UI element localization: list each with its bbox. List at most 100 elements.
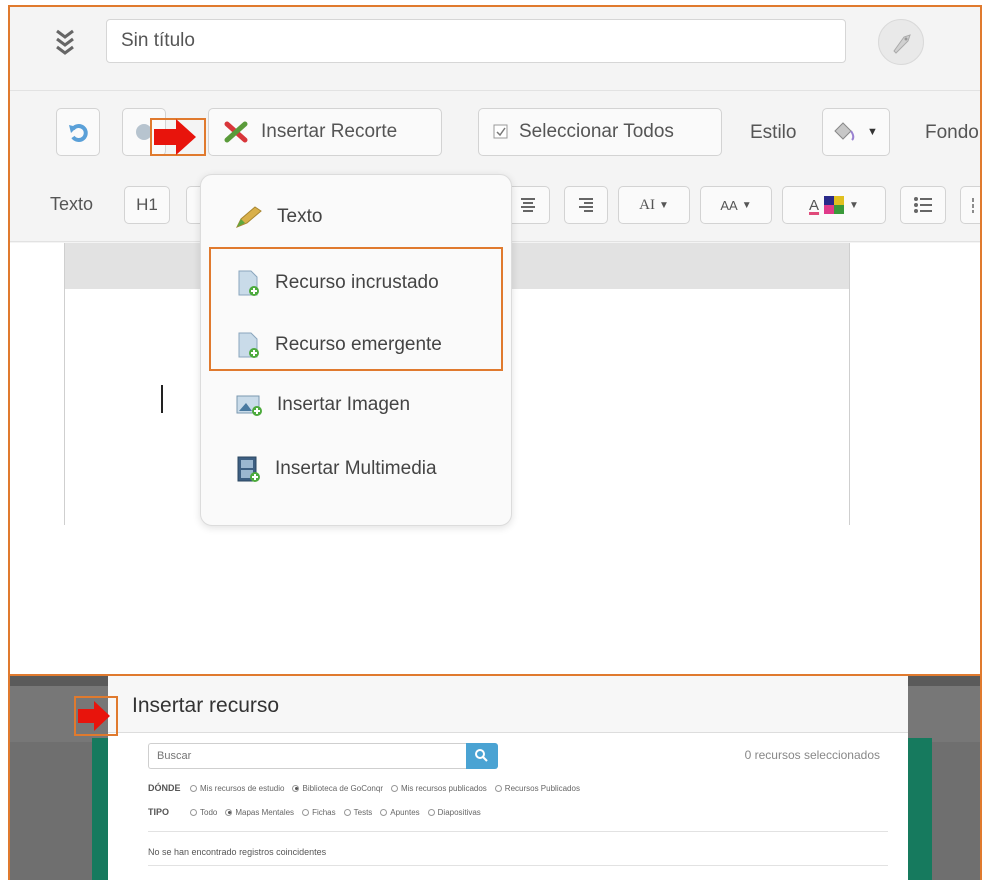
bullet-list-button[interactable] [900, 186, 946, 224]
selected-count: 0 recursos seleccionados [744, 748, 880, 762]
font-size-dropdown[interactable]: AA ▼ [700, 186, 772, 224]
type-filter: TIPO Todo Mapas Mentales Fichas Tests Ap… [148, 807, 489, 817]
radio-button[interactable] [302, 808, 310, 816]
dialog-body: 0 recursos seleccionados DÓNDE Mis recur… [108, 733, 908, 880]
radio-label: Todo [200, 807, 218, 817]
filter-label: TIPO [148, 807, 170, 817]
menu-item-label: Insertar Imagen [277, 394, 411, 415]
align-center-icon [521, 198, 535, 212]
chevron-down-icon: ▼ [741, 199, 752, 211]
chevron-down-icon: ▼ [658, 199, 669, 211]
search-button[interactable] [466, 743, 498, 769]
title-bar [10, 7, 980, 91]
radio-button[interactable] [343, 808, 351, 816]
dialog-title: Insertar recurso [132, 694, 280, 717]
scissors-icon [224, 121, 248, 143]
radio-button[interactable] [292, 784, 300, 792]
radio-option[interactable]: Apuntes [380, 807, 420, 817]
search-input[interactable] [148, 743, 466, 769]
radio-option[interactable]: Diapositivas [427, 807, 481, 817]
h1-label: H1 [136, 195, 158, 214]
radio-button[interactable] [494, 784, 502, 792]
color-palette-icon [824, 196, 845, 214]
style-dropdown[interactable]: ▼ [822, 108, 890, 156]
radio-button[interactable] [190, 784, 197, 792]
paint-bucket-icon [834, 122, 855, 141]
insert-resource-dialog: Insertar recurso 0 recursos seleccionado… [108, 676, 908, 880]
tag-icon [893, 34, 911, 54]
background-frame [908, 738, 932, 880]
align-right-button[interactable] [564, 186, 608, 224]
insert-resource-panel: Insertar recurso 0 recursos seleccionado… [8, 676, 982, 880]
radio-option[interactable]: Biblioteca de GoConqr [292, 784, 383, 793]
image-icon [236, 395, 262, 416]
film-icon [237, 456, 260, 482]
chevron-down-icon: ▼ [867, 126, 878, 138]
radio-label: Recursos Publicados [504, 783, 580, 793]
radio-button[interactable] [225, 808, 233, 816]
radio-option[interactable]: Recursos Publicados [494, 783, 580, 793]
font-size-label: AA [720, 197, 738, 213]
menu-item-label: Texto [277, 206, 323, 227]
text-style-label: Texto [50, 194, 94, 214]
editor-panel: Insertar Recorte Seleccionar Todos Estil… [8, 5, 982, 676]
radio-label: Mis recursos publicados [400, 783, 487, 793]
radio-button[interactable] [390, 784, 398, 792]
radio-button[interactable] [380, 808, 388, 816]
divider [148, 831, 888, 832]
radio-option[interactable]: Mapas Mentales [225, 808, 294, 817]
filter-label: DÓNDE [148, 783, 181, 793]
radio-option[interactable]: Mis recursos publicados [390, 783, 487, 793]
radio-label: Fichas [312, 807, 336, 817]
select-all-label: Seleccionar Todos [519, 121, 674, 142]
menu-item-insert-multimedia[interactable]: Insertar Multimedia [235, 455, 437, 483]
radio-option[interactable]: Todo [190, 808, 217, 817]
font-family-label: AI [639, 196, 655, 213]
radio-option[interactable]: Tests [343, 807, 373, 817]
divider [148, 865, 888, 866]
checkbox-icon [493, 124, 508, 139]
undo-icon [69, 124, 88, 142]
red-arrow-icon [154, 119, 196, 155]
style-label: Estilo [750, 122, 797, 143]
radio-option[interactable]: Mis recursos de estudio [190, 784, 284, 793]
radio-label: Mis recursos de estudio [200, 783, 285, 793]
bullet-list-icon [914, 197, 932, 213]
radio-label: Tests [353, 807, 373, 817]
h1-button[interactable]: H1 [124, 186, 170, 224]
select-all-button[interactable]: Seleccionar Todos [478, 108, 722, 156]
radio-label: Mapas Mentales [235, 807, 295, 817]
pencil-icon [235, 206, 262, 228]
numbered-list-button[interactable] [960, 186, 980, 224]
insert-clip-menu: Texto Recurso incrustado Recurso emergen… [200, 174, 512, 526]
search-icon [475, 749, 488, 762]
radio-button[interactable] [190, 808, 197, 816]
radio-option[interactable]: Fichas [302, 808, 336, 817]
radio-label: Biblioteca de GoConqr [302, 783, 383, 793]
numbered-list-icon [971, 198, 974, 213]
background-frame [92, 738, 108, 880]
font-family-dropdown[interactable]: AI ▼ [618, 186, 690, 224]
menu-item-insert-image[interactable]: Insertar Imagen [235, 393, 410, 417]
chevron-down-icon: ▼ [849, 199, 859, 211]
where-filter: DÓNDE Mis recursos de estudio Biblioteca… [148, 783, 588, 793]
font-color-dropdown[interactable]: A ▼ [782, 186, 886, 224]
no-results-message: No se han encontrado registros coinciden… [148, 847, 327, 857]
title-input[interactable] [106, 19, 846, 63]
menu-item-text[interactable]: Texto [235, 205, 322, 229]
background-label: Fondo [925, 122, 979, 143]
collapse-icon[interactable] [54, 27, 76, 55]
align-center-button[interactable] [506, 186, 550, 224]
insert-clip-label: Insertar Recorte [261, 121, 398, 142]
align-right-icon [579, 198, 593, 212]
red-arrow-icon [78, 701, 110, 731]
tag-button[interactable] [878, 19, 924, 65]
radio-label: Apuntes [390, 807, 420, 817]
radio-button[interactable] [427, 808, 435, 816]
text-cursor [161, 385, 163, 413]
menu-item-label: Insertar Multimedia [275, 458, 437, 479]
radio-label: Diapositivas [437, 807, 481, 817]
undo-button[interactable] [56, 108, 100, 156]
insert-clip-button[interactable]: Insertar Recorte [208, 108, 442, 156]
font-color-label: A [809, 196, 820, 214]
